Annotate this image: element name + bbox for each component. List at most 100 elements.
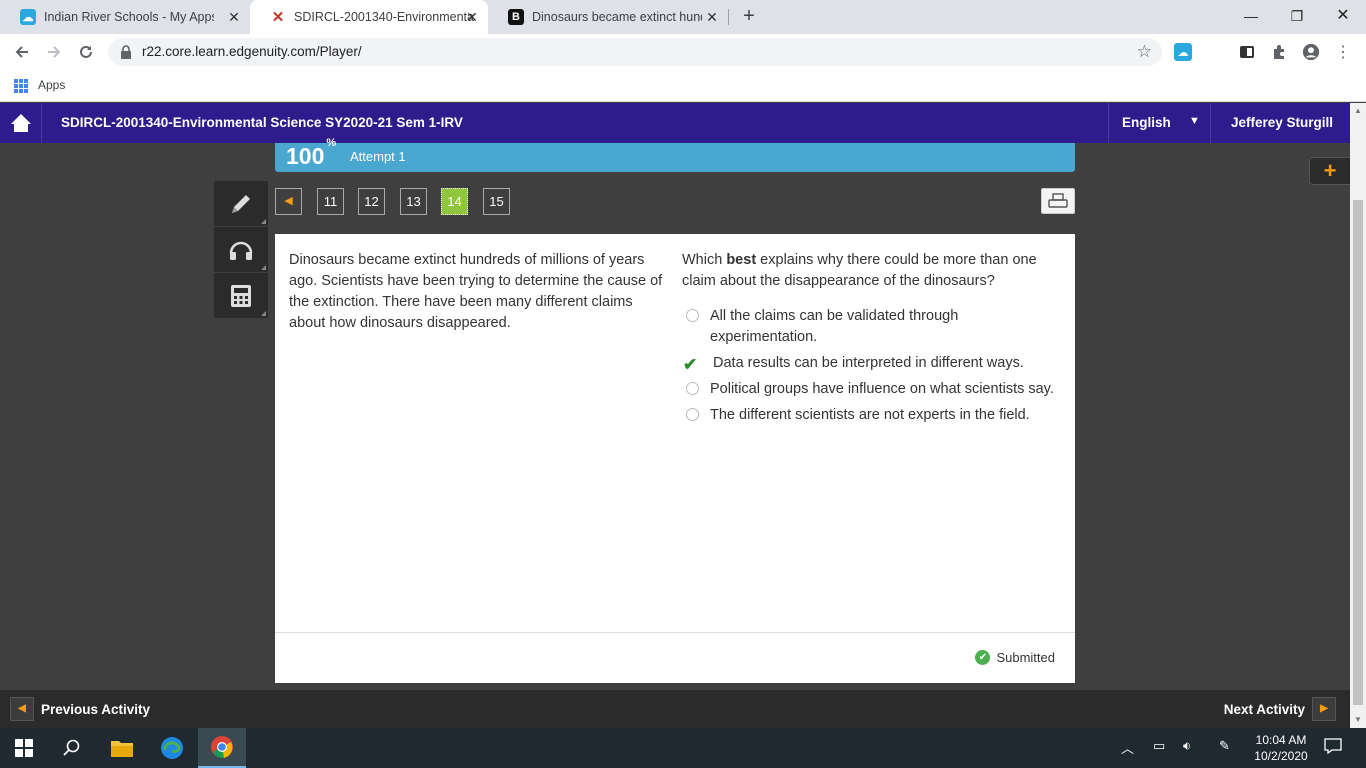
browser-tab-my-apps[interactable]: ☁ Indian River Schools - My Apps ✕ [0, 0, 250, 34]
scroll-up-arrow-icon[interactable]: ▲ [1354, 106, 1362, 115]
status-text: Submitted [996, 650, 1055, 665]
calculator-icon [231, 284, 251, 307]
answer-option-text: Political groups have influence on what … [710, 381, 1054, 397]
headphones-icon [229, 241, 253, 260]
tab-separator [728, 9, 729, 25]
calculator-tool-button[interactable] [214, 273, 268, 318]
radio-button[interactable] [686, 309, 699, 322]
audio-tool-button[interactable] [214, 227, 268, 272]
answer-option-text: All the claims can be validated through … [710, 308, 959, 345]
question-13-button[interactable]: 13 [400, 188, 427, 215]
bookmark-star-icon[interactable]: ☆ [1137, 42, 1152, 62]
question-14-button[interactable]: 14 [439, 186, 470, 217]
tools-sidebar [214, 181, 268, 319]
forward-button[interactable] [42, 40, 66, 64]
course-title: SDIRCL-2001340-Environmental Science SY2… [61, 115, 463, 130]
progress-banner: 100% Attempt 1 [275, 137, 1075, 172]
address-bar[interactable]: r22.core.learn.edgenuity.com/Player/ ☆ [108, 38, 1162, 66]
battery-icon[interactable]: ▭ [1153, 738, 1165, 754]
tab-title: SDIRCL-2001340-Environmental [294, 10, 474, 24]
submitted-status: ✔ Submitted [975, 650, 1055, 665]
previous-activity-label: Previous Activity [41, 701, 151, 717]
previous-activity-button[interactable]: ◀ Previous Activity [10, 697, 150, 721]
home-icon [10, 114, 31, 132]
menu-kebab-icon[interactable]: ⋮ [1334, 43, 1352, 61]
next-activity-button[interactable]: Next Activity ▶ [1224, 697, 1336, 721]
close-window-button[interactable]: ✕ [1320, 0, 1366, 34]
chevron-down-icon: ▼ [1189, 115, 1200, 127]
tab-title: Dinosaurs became extinct hundre [532, 10, 702, 24]
browser-tab-brainly[interactable]: B Dinosaurs became extinct hundre ✕ [488, 0, 728, 34]
question-12-button[interactable]: 12 [358, 188, 385, 215]
cloud-extension-icon[interactable]: ☁ [1174, 43, 1192, 61]
apps-bookmark[interactable]: Apps [38, 78, 65, 92]
back-arrow-icon [15, 46, 28, 58]
highlighter-tool-button[interactable] [214, 181, 268, 226]
cloud-icon: ☁ [20, 9, 36, 25]
close-tab-icon[interactable]: ✕ [464, 9, 480, 25]
radio-button[interactable] [686, 382, 699, 395]
system-clock[interactable]: 10:04 AM 10/2/2020 [1246, 732, 1316, 764]
check-circle-icon: ✔ [975, 650, 991, 665]
profile-avatar-icon[interactable] [1302, 43, 1320, 61]
tab-title: Indian River Schools - My Apps [44, 10, 214, 24]
question-15-button[interactable]: 15 [483, 188, 510, 215]
answer-options: All the claims can be validated through … [682, 306, 1062, 431]
scrollbar-thumb[interactable] [1353, 200, 1363, 705]
left-arrow-icon: ◀ [10, 697, 34, 721]
pen-icon[interactable]: ✎ [1219, 738, 1230, 754]
page-scrollbar[interactable]: ▲ ▼ [1350, 103, 1366, 728]
show-hidden-icons-icon[interactable]: ︿ [1121, 738, 1134, 757]
search-icon [63, 739, 80, 756]
answer-option[interactable]: All the claims can be validated through … [682, 306, 1062, 348]
answer-option-text: The different scientists are not experts… [710, 407, 1030, 423]
scroll-down-arrow-icon[interactable]: ▼ [1354, 715, 1362, 724]
expand-plus-button[interactable]: + [1309, 157, 1350, 185]
extension-icon[interactable] [1238, 43, 1256, 61]
user-menu[interactable]: Jefferey Sturgill [1210, 103, 1350, 143]
course-header: SDIRCL-2001340-Environmental Science SY2… [0, 103, 1350, 143]
question-11-button[interactable]: 11 [317, 188, 344, 215]
home-button[interactable] [0, 103, 42, 143]
windows-taskbar: ︿ ▭ 🔉︎ ✎ 10:04 AM 10/2/2020 [0, 728, 1366, 768]
print-button[interactable] [1041, 188, 1075, 214]
checkmark-icon: ✔ [683, 355, 698, 374]
folder-icon [111, 741, 133, 757]
activity-navigation-bar: ◀ Previous Activity Next Activity ▶ [0, 690, 1350, 728]
right-arrow-icon: ▶ [1312, 697, 1336, 721]
edge-browser-button[interactable] [148, 728, 196, 768]
clock-date: 10/2/2020 [1254, 749, 1308, 763]
browser-tab-bar: ☁ Indian River Schools - My Apps ✕ ✕ SDI… [0, 0, 1366, 34]
answer-option-selected[interactable]: ✔ Data results can be interpreted in dif… [682, 353, 1062, 374]
chrome-browser-button[interactable] [198, 728, 246, 768]
file-explorer-button[interactable] [98, 728, 146, 768]
language-selector[interactable]: English ▼ [1108, 103, 1210, 143]
close-tab-icon[interactable]: ✕ [704, 9, 720, 25]
brainly-icon: B [508, 9, 524, 25]
search-button[interactable] [48, 728, 96, 768]
reload-icon [80, 45, 92, 58]
start-button[interactable] [0, 728, 48, 768]
back-button[interactable] [10, 40, 34, 64]
question-prompt: Which best explains why there could be m… [682, 252, 1037, 289]
browser-tab-edgenuity[interactable]: ✕ SDIRCL-2001340-Environmental ✕ [250, 0, 488, 34]
lock-icon [121, 45, 131, 59]
attempt-label: Attempt 1 [350, 149, 406, 164]
puzzle-extensions-icon[interactable] [1270, 43, 1288, 61]
restore-button[interactable]: ❐ [1274, 0, 1320, 34]
answer-option[interactable]: Political groups have influence on what … [682, 379, 1062, 400]
volume-icon[interactable]: 🔉︎ [1183, 738, 1191, 754]
new-tab-button[interactable]: + [737, 5, 761, 29]
answer-option[interactable]: The different scientists are not experts… [682, 405, 1062, 426]
close-tab-icon[interactable]: ✕ [226, 9, 242, 25]
apps-grid-icon[interactable] [14, 79, 28, 93]
previous-question-button[interactable]: ◀ [275, 188, 302, 215]
answer-option-text: Data results can be interpreted in diffe… [713, 355, 1024, 371]
passage-text: Dinosaurs became extinct hundreds of mil… [289, 252, 663, 331]
panel-footer: ✔ Submitted [275, 632, 1075, 683]
pencil-icon [232, 194, 250, 213]
minimize-button[interactable]: — [1228, 0, 1274, 34]
reload-button[interactable] [74, 40, 98, 64]
notifications-icon[interactable] [1324, 738, 1342, 757]
radio-button[interactable] [686, 408, 699, 421]
